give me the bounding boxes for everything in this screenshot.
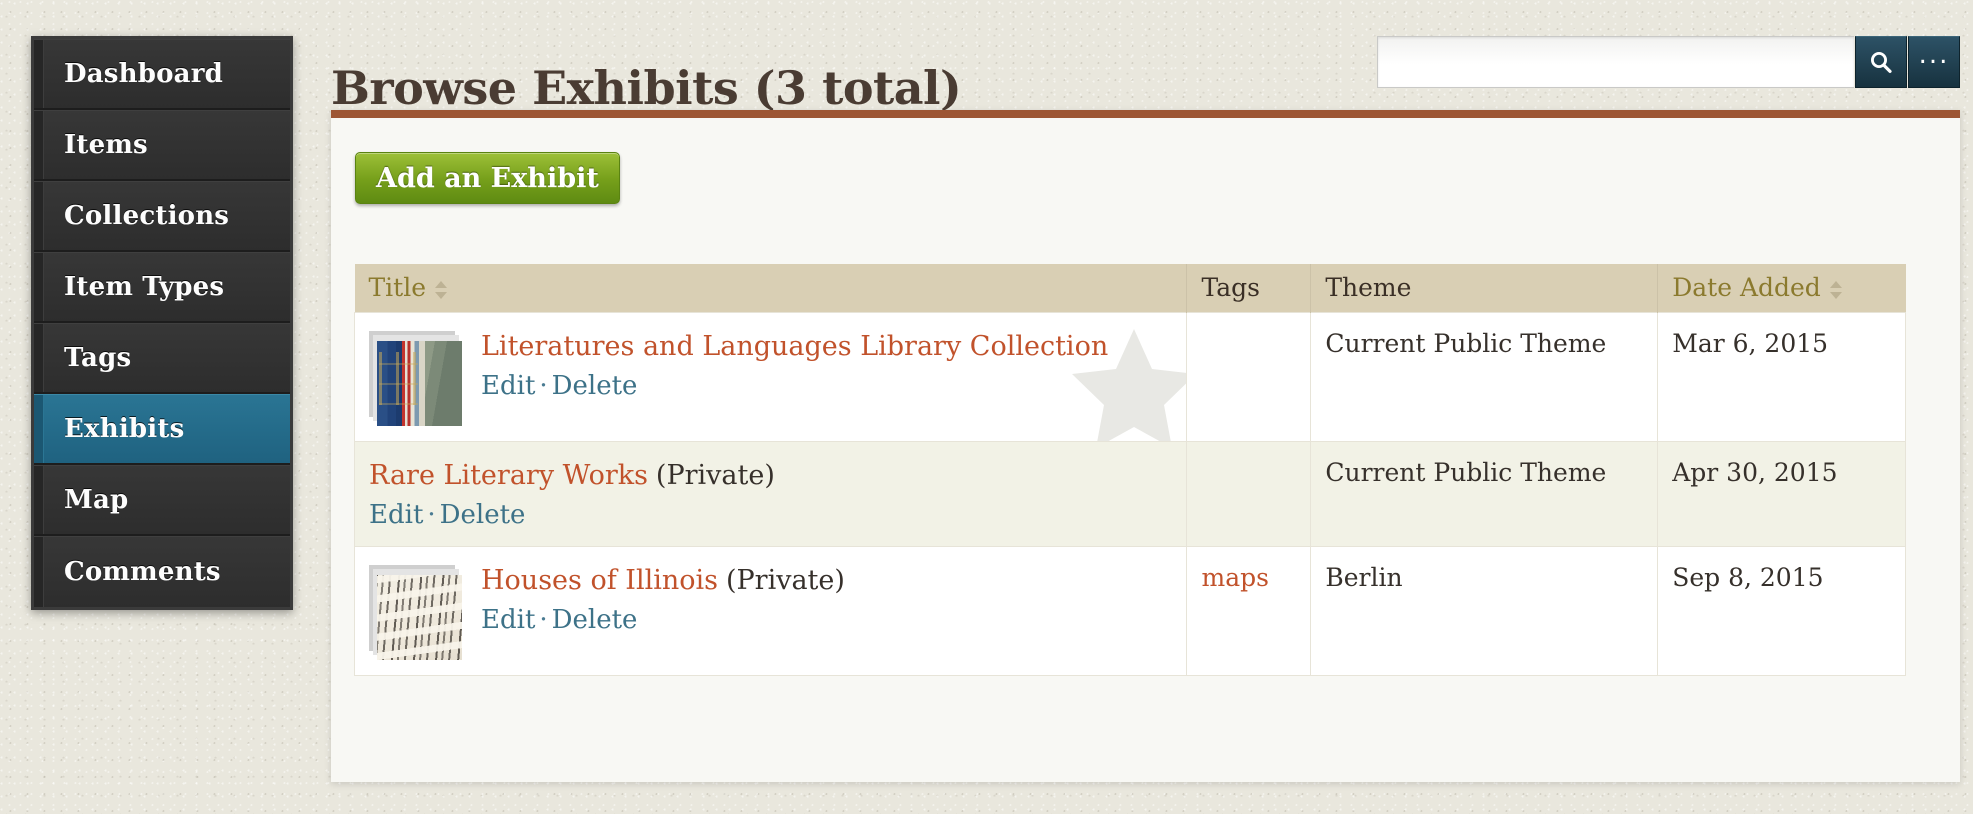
column-header-date-added-label: Date Added: [1672, 273, 1821, 303]
column-header-tags: Tags: [1186, 264, 1312, 312]
sidebar-item-label: Collections: [64, 201, 230, 231]
sidebar-item-tags[interactable]: Tags: [34, 323, 290, 394]
cell-date-added: Mar 6, 2015: [1657, 311, 1906, 442]
column-header-theme: Theme: [1310, 264, 1659, 312]
column-header-tags-label: Tags: [1201, 273, 1260, 303]
sidebar-item-label: Item Types: [64, 272, 225, 302]
row-actions: Edit · Delete: [481, 605, 845, 635]
sidebar-item-map[interactable]: Map: [34, 465, 290, 536]
edit-link[interactable]: Edit: [369, 500, 423, 530]
sort-arrows-icon: [433, 279, 449, 301]
sidebar-item-label: Items: [64, 130, 148, 160]
exhibit-title-link[interactable]: Houses of Illinois: [481, 565, 718, 596]
table-header: Title Tags Theme Date Added: [354, 264, 1906, 312]
sidebar-item-exhibits[interactable]: Exhibits: [34, 394, 290, 465]
cell-theme: Current Public Theme: [1310, 311, 1659, 442]
search-bar: ...: [1377, 36, 1960, 88]
theme-value: Berlin: [1325, 562, 1403, 592]
action-separator: ·: [539, 370, 548, 401]
date-added-value: Sep 8, 2015: [1672, 562, 1824, 592]
edit-link[interactable]: Edit: [481, 371, 535, 401]
exhibit-thumbnail[interactable]: [369, 564, 463, 660]
delete-link[interactable]: Delete: [552, 371, 638, 401]
table-row: Rare Literary Works (Private) Edit · Delet…: [353, 441, 1906, 547]
search-input[interactable]: [1377, 36, 1854, 88]
action-separator: ·: [427, 499, 436, 530]
admin-sidebar-nav: Dashboard Items Collections Item Types T…: [31, 36, 293, 610]
cell-theme: Current Public Theme: [1310, 441, 1659, 547]
cell-title: Houses of Illinois (Private) Edit · Delete: [353, 546, 1188, 676]
edit-link[interactable]: Edit: [481, 605, 535, 635]
sidebar-item-label: Tags: [64, 343, 132, 373]
date-added-value: Mar 6, 2015: [1672, 328, 1829, 358]
tag-link[interactable]: maps: [1201, 563, 1268, 592]
column-header-title-label: Title: [368, 273, 427, 303]
sort-arrows-icon: [1828, 279, 1844, 301]
sidebar-item-dashboard[interactable]: Dashboard: [34, 39, 290, 110]
cell-title: Rare Literary Works (Private) Edit · Delet…: [353, 441, 1188, 547]
sidebar-item-items[interactable]: Items: [34, 110, 290, 181]
delete-link[interactable]: Delete: [440, 500, 526, 530]
ellipsis-icon: ...: [1918, 40, 1950, 70]
cell-date-added: Apr 30, 2015: [1657, 441, 1906, 547]
exhibit-privacy-label: (Private): [725, 564, 845, 596]
column-header-title[interactable]: Title: [354, 264, 1188, 312]
column-header-theme-label: Theme: [1325, 273, 1412, 303]
table-row: Literatures and Languages Library Collec…: [353, 311, 1906, 442]
sidebar-item-collections[interactable]: Collections: [34, 181, 290, 252]
add-exhibit-label: Add an Exhibit: [376, 162, 599, 194]
exhibit-title-link[interactable]: Literatures and Languages Library Collec…: [481, 331, 1108, 362]
date-added-value: Apr 30, 2015: [1672, 457, 1838, 487]
sidebar-item-item-types[interactable]: Item Types: [34, 252, 290, 323]
theme-value: Current Public Theme: [1325, 457, 1607, 487]
table-body: Literatures and Languages Library Collec…: [353, 311, 1906, 676]
search-button[interactable]: [1855, 36, 1907, 88]
cell-theme: Berlin: [1310, 546, 1659, 676]
advanced-search-options-button[interactable]: ...: [1908, 36, 1960, 88]
table-row: Houses of Illinois (Private) Edit · Delete…: [353, 546, 1906, 676]
row-actions: Edit · Delete: [369, 500, 775, 530]
page-title: Browse Exhibits (3 total): [331, 60, 962, 115]
exhibit-privacy-label: (Private): [655, 459, 775, 491]
add-exhibit-button[interactable]: Add an Exhibit: [355, 152, 620, 204]
exhibits-table: Title Tags Theme Date Added Literatures …: [353, 264, 1906, 676]
sidebar-item-label: Comments: [64, 557, 221, 587]
sidebar-item-label: Map: [64, 485, 129, 515]
cell-tags: [1186, 441, 1312, 547]
cell-title: Literatures and Languages Library Collec…: [353, 311, 1188, 442]
cell-tags: maps: [1186, 546, 1312, 676]
cell-date-added: Sep 8, 2015: [1657, 546, 1906, 676]
search-icon: [1868, 49, 1894, 75]
content-panel: Add an Exhibit Title Tags Theme Date Add: [331, 110, 1960, 782]
action-separator: ·: [539, 604, 548, 635]
exhibit-thumbnail[interactable]: [369, 330, 463, 426]
column-header-date-added[interactable]: Date Added: [1657, 264, 1906, 312]
manuscript-page-photo: [377, 574, 462, 660]
exhibit-title-link[interactable]: Rare Literary Works: [369, 460, 648, 491]
cell-tags: [1186, 311, 1312, 442]
books-on-shelf-photo: [377, 340, 462, 426]
sidebar-item-label: Exhibits: [64, 414, 185, 444]
theme-value: Current Public Theme: [1325, 328, 1607, 358]
delete-link[interactable]: Delete: [552, 605, 638, 635]
row-actions: Edit · Delete: [481, 371, 1108, 401]
sidebar-item-label: Dashboard: [64, 59, 223, 89]
table-header-row: Title Tags Theme Date Added: [354, 264, 1906, 312]
sidebar-item-comments[interactable]: Comments: [34, 536, 290, 607]
